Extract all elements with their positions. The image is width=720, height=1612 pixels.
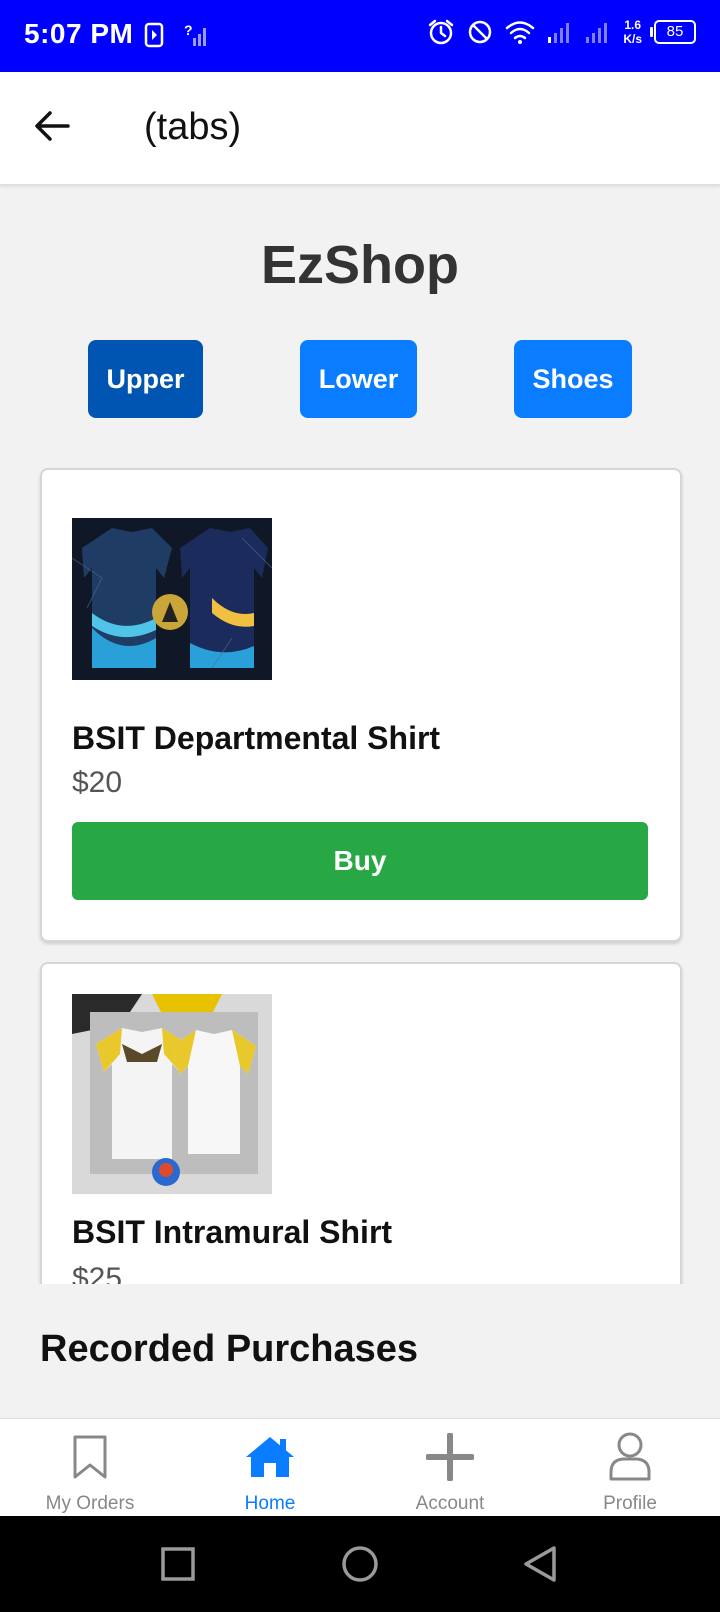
nav-label: Account <box>415 1493 485 1514</box>
signal-unknown-icon: ? <box>184 22 206 46</box>
battery-indicator: 85 <box>650 20 696 44</box>
home-circle-icon[interactable] <box>340 1544 380 1584</box>
nav-label: My Orders <box>45 1493 135 1514</box>
nav-label: Profile <box>603 1493 657 1514</box>
product-name: BSIT Departmental Shirt <box>72 720 441 756</box>
recorded-purchases-heading: Recorded Purchases <box>40 1328 419 1370</box>
wifi-icon <box>506 21 535 44</box>
system-nav-bar <box>0 1516 720 1612</box>
network-speed: 1.6 K/s <box>623 18 642 46</box>
tab-upper[interactable]: Upper <box>88 340 203 418</box>
alarm-icon <box>429 19 454 45</box>
plus-icon <box>426 1433 474 1481</box>
status-right-icons: 1.6 K/s 85 <box>427 18 696 46</box>
do-not-disturb-icon <box>469 20 492 44</box>
back-triangle-icon[interactable] <box>522 1544 558 1584</box>
bottom-nav: My Orders Home Account Profile <box>0 1418 720 1517</box>
arrow-left-icon <box>35 111 70 141</box>
app-bar-title: (tabs) <box>144 106 242 148</box>
product-name: BSIT Intramural Shirt <box>72 1214 393 1250</box>
cell-signal-2-icon <box>586 23 608 43</box>
product-image <box>72 994 272 1194</box>
network-speed-unit: K/s <box>623 32 642 46</box>
notification-icon <box>144 22 164 48</box>
status-bar: 5:07 PM ? 1.6 K/s 85 <box>0 0 720 72</box>
product-price: $20 <box>72 766 123 799</box>
network-speed-value: 1.6 <box>624 18 641 32</box>
product-price: $25 <box>72 1262 123 1284</box>
tab-lower[interactable]: Lower <box>300 340 417 418</box>
main-content[interactable]: EzShop Upper Lower Shoes BSIT Department… <box>0 186 720 1284</box>
product-image <box>72 518 272 680</box>
back-button[interactable] <box>32 106 80 150</box>
app-bar: (tabs) <box>0 72 720 185</box>
recent-apps-icon[interactable] <box>160 1546 196 1582</box>
product-card: BSIT Intramural Shirt $25 <box>40 962 682 1284</box>
buy-button[interactable]: Buy <box>72 822 648 900</box>
shop-title: EzShop <box>261 235 459 295</box>
tab-shoes[interactable]: Shoes <box>514 340 632 418</box>
nav-item-my-orders[interactable]: My Orders <box>0 1419 180 1517</box>
nav-label: Home <box>244 1493 296 1514</box>
bookmark-icon <box>73 1435 107 1479</box>
nav-item-account[interactable]: Account <box>360 1419 540 1517</box>
nav-item-home[interactable]: Home <box>180 1419 360 1517</box>
status-time: 5:07 PM <box>24 18 134 49</box>
status-left-icons: ? <box>144 22 210 48</box>
nav-item-profile[interactable]: Profile <box>540 1419 720 1517</box>
svg-text:?: ? <box>184 22 193 38</box>
cell-signal-icon <box>548 23 570 43</box>
product-card: BSIT Departmental Shirt $20 Buy <box>40 468 682 942</box>
home-icon <box>246 1437 294 1477</box>
user-icon <box>609 1432 651 1481</box>
